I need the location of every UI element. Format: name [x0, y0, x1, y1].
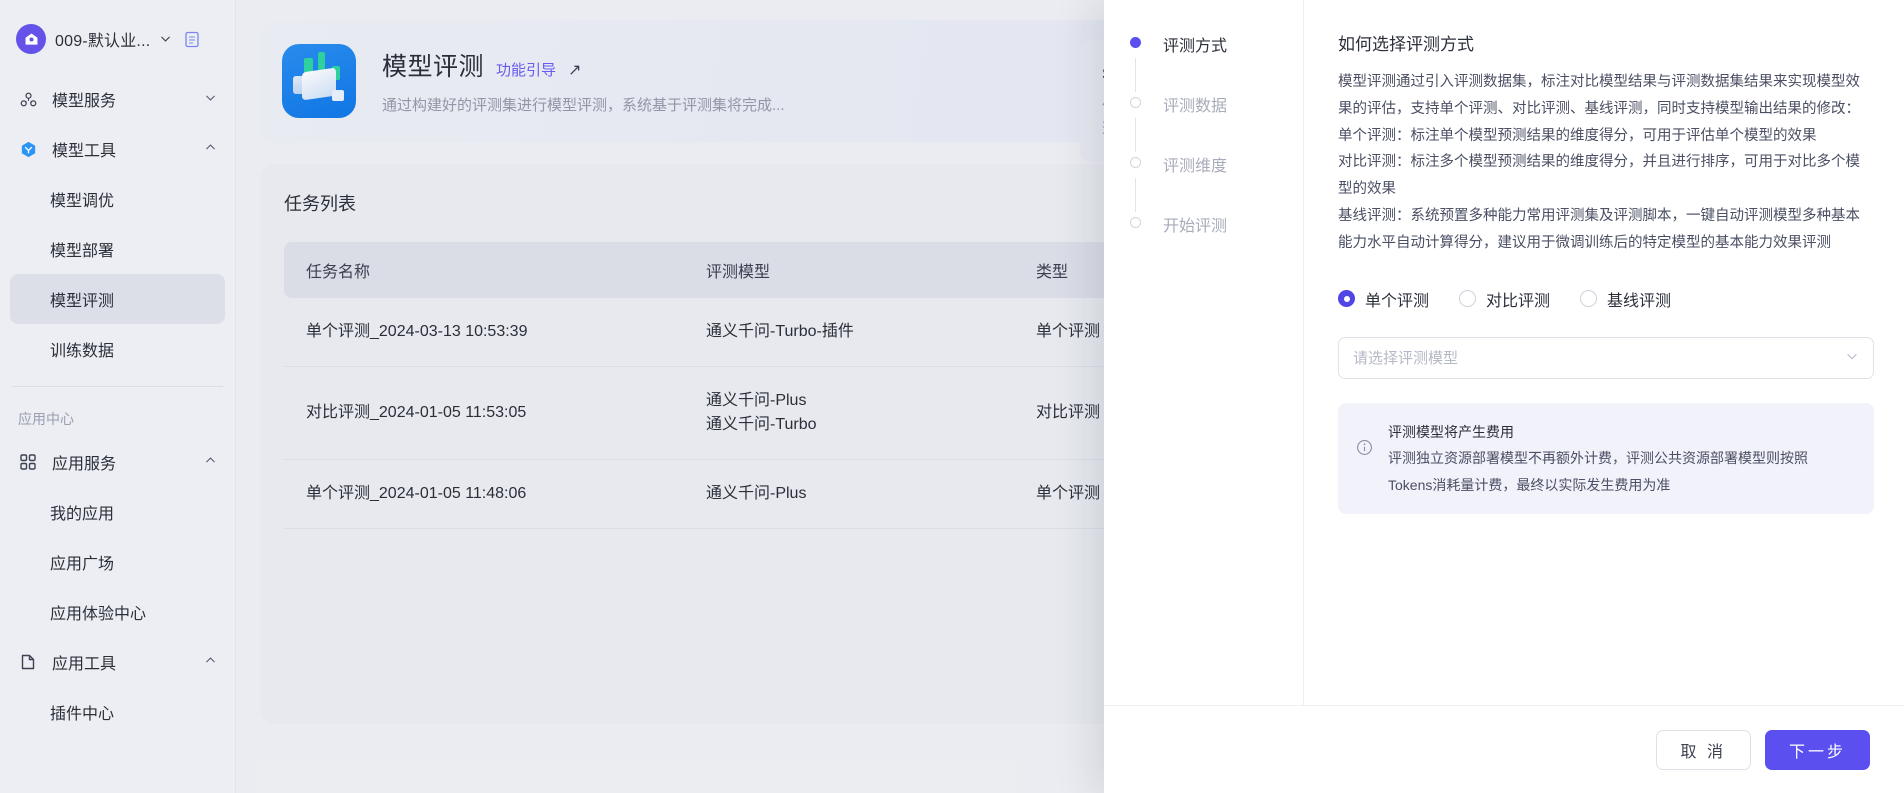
step-dot-icon [1130, 37, 1141, 48]
billing-notice-text: 评测独立资源部署模型不再额外计费，评测公共资源部署模型则按照 Tokens消耗量… [1388, 450, 1808, 493]
app-root: 009-默认业... 模型服务 模型工具 模型调优 模型部署 模型评测 训练数据… [0, 0, 1904, 793]
sidebar-nav: 模型服务 模型工具 模型调优 模型部署 模型评测 训练数据 应用中心 应用服务 … [0, 74, 235, 737]
sidebar-group-app-service[interactable]: 应用服务 [0, 437, 235, 487]
eval-model-select[interactable]: 请选择评测模型 [1338, 336, 1874, 379]
radio-single-eval[interactable]: 单个评测 [1338, 287, 1429, 311]
billing-notice-title: 评测模型将产生费用 [1388, 423, 1514, 440]
sidebar-item-model-eval[interactable]: 模型评测 [10, 274, 225, 324]
chevron-up-icon[interactable] [204, 141, 217, 157]
drawer-footer: 取 消 下一步 [1104, 705, 1904, 793]
wizard-step-start-eval[interactable]: 开始评测 [1130, 212, 1303, 238]
eval-wizard-drawer: 评测方式 评测数据 评测维度 开始评测 如何选择评测方式 模型评测通过引入评测数… [1104, 0, 1904, 793]
model-tools-icon [18, 139, 38, 159]
help-paragraph: 模型评测通过引入评测数据集，标注对比模型结果与评测数据集结果来实现模型效果的评估… [1338, 74, 1860, 117]
chevron-up-icon[interactable] [204, 454, 217, 470]
step-dot-icon [1130, 217, 1141, 228]
sidebar-item-app-square[interactable]: 应用广场 [10, 537, 225, 587]
step-connector [1135, 178, 1136, 212]
wizard-steps: 评测方式 评测数据 评测维度 开始评测 [1104, 0, 1304, 705]
sidebar-group-label: 应用工具 [52, 656, 117, 673]
sidebar-group-model-tools[interactable]: 模型工具 [0, 124, 235, 174]
chevron-down-icon[interactable] [1845, 349, 1859, 366]
step-connector [1135, 58, 1136, 92]
billing-notice: 评测模型将产生费用 评测独立资源部署模型不再额外计费，评测公共资源部署模型则按照… [1338, 402, 1874, 515]
wizard-step-eval-method[interactable]: 评测方式 [1130, 32, 1303, 58]
step-dot-icon [1130, 157, 1141, 168]
chevron-down-icon[interactable] [204, 91, 217, 107]
workspace-name: 009-默认业... [55, 33, 151, 50]
radio-dot-icon [1338, 290, 1355, 308]
wizard-step-label: 评测方式 [1163, 38, 1228, 55]
wizard-step-eval-data[interactable]: 评测数据 [1130, 92, 1303, 118]
wizard-content: 如何选择评测方式 模型评测通过引入评测数据集，标注对比模型结果与评测数据集结果来… [1304, 0, 1904, 705]
radio-dot-icon [1459, 290, 1477, 308]
radio-dot-icon [1580, 290, 1598, 308]
radio-compare-eval[interactable]: 对比评测 [1459, 287, 1550, 311]
sidebar-item-label: 模型部署 [50, 243, 115, 260]
sidebar-group-app-tools[interactable]: 应用工具 [0, 637, 235, 687]
wizard-step-label: 开始评测 [1163, 218, 1228, 235]
wizard-step-eval-dimension[interactable]: 评测维度 [1130, 152, 1303, 178]
sidebar-item-app-experience-center[interactable]: 应用体验中心 [10, 587, 225, 637]
eval-method-radio-group: 单个评测 对比评测 基线评测 [1338, 287, 1874, 311]
info-circle-icon [1356, 439, 1374, 499]
sidebar-item-label: 模型调优 [50, 193, 115, 210]
eval-model-select-placeholder: 请选择评测模型 [1353, 350, 1459, 368]
grid-icon [18, 452, 38, 472]
radio-label: 对比评测 [1486, 292, 1551, 310]
sidebar-item-model-deploy[interactable]: 模型部署 [10, 224, 225, 274]
sidebar-group-label: 模型工具 [52, 143, 117, 160]
sidebar-item-label: 应用广场 [50, 556, 115, 573]
sidebar-item-my-apps[interactable]: 我的应用 [10, 487, 225, 537]
help-paragraph: 对比评测：标注多个模型预测结果的维度得分，并且进行排序，可用于对比多个模型的效果 [1338, 154, 1860, 198]
next-step-button[interactable]: 下一步 [1764, 729, 1870, 770]
sidebar-section-title: 应用中心 [18, 411, 74, 427]
document-icon[interactable] [184, 31, 200, 48]
chevron-down-icon[interactable] [159, 32, 172, 47]
radio-baseline-eval[interactable]: 基线评测 [1580, 287, 1671, 311]
sidebar-group-model-service[interactable]: 模型服务 [0, 74, 235, 124]
cancel-button[interactable]: 取 消 [1655, 729, 1751, 770]
sidebar-item-model-tuning[interactable]: 模型调优 [10, 174, 225, 224]
model-service-icon [18, 89, 38, 109]
workspace-switcher[interactable]: 009-默认业... [0, 18, 235, 60]
sidebar-item-plugin-center[interactable]: 插件中心 [10, 687, 225, 737]
chevron-up-icon[interactable] [204, 654, 217, 670]
sidebar-item-training-data[interactable]: 训练数据 [10, 324, 225, 374]
sidebar-item-label: 训练数据 [50, 343, 115, 360]
help-title: 如何选择评测方式 [1338, 35, 1474, 54]
radio-label: 单个评测 [1365, 292, 1430, 310]
file-tool-icon [18, 652, 38, 672]
drawer-body: 评测方式 评测数据 评测维度 开始评测 如何选择评测方式 模型评测通过引入评测数… [1104, 0, 1904, 705]
sidebar-item-label: 模型评测 [50, 293, 115, 310]
help-paragraph: 基线评测：系统预置多种能力常用评测集及评测脚本，一键自动评测模型多种基本能力水平… [1338, 208, 1860, 251]
sidebar-group-label: 模型服务 [52, 93, 117, 110]
wizard-step-label: 评测维度 [1163, 158, 1228, 175]
sidebar-item-label: 插件中心 [50, 706, 115, 723]
workspace-logo-icon [16, 24, 46, 54]
wizard-step-label: 评测数据 [1163, 98, 1228, 115]
sidebar: 009-默认业... 模型服务 模型工具 模型调优 模型部署 模型评测 训练数据… [0, 0, 236, 793]
sidebar-item-label: 应用体验中心 [50, 606, 147, 623]
radio-label: 基线评测 [1607, 292, 1672, 310]
sidebar-item-label: 我的应用 [50, 506, 115, 523]
sidebar-group-label: 应用服务 [52, 456, 117, 473]
step-connector [1135, 118, 1136, 152]
step-dot-icon [1130, 97, 1141, 108]
help-paragraph: 单个评测：标注单个模型预测结果的维度得分，可用于评估单个模型的效果 [1338, 127, 1817, 144]
